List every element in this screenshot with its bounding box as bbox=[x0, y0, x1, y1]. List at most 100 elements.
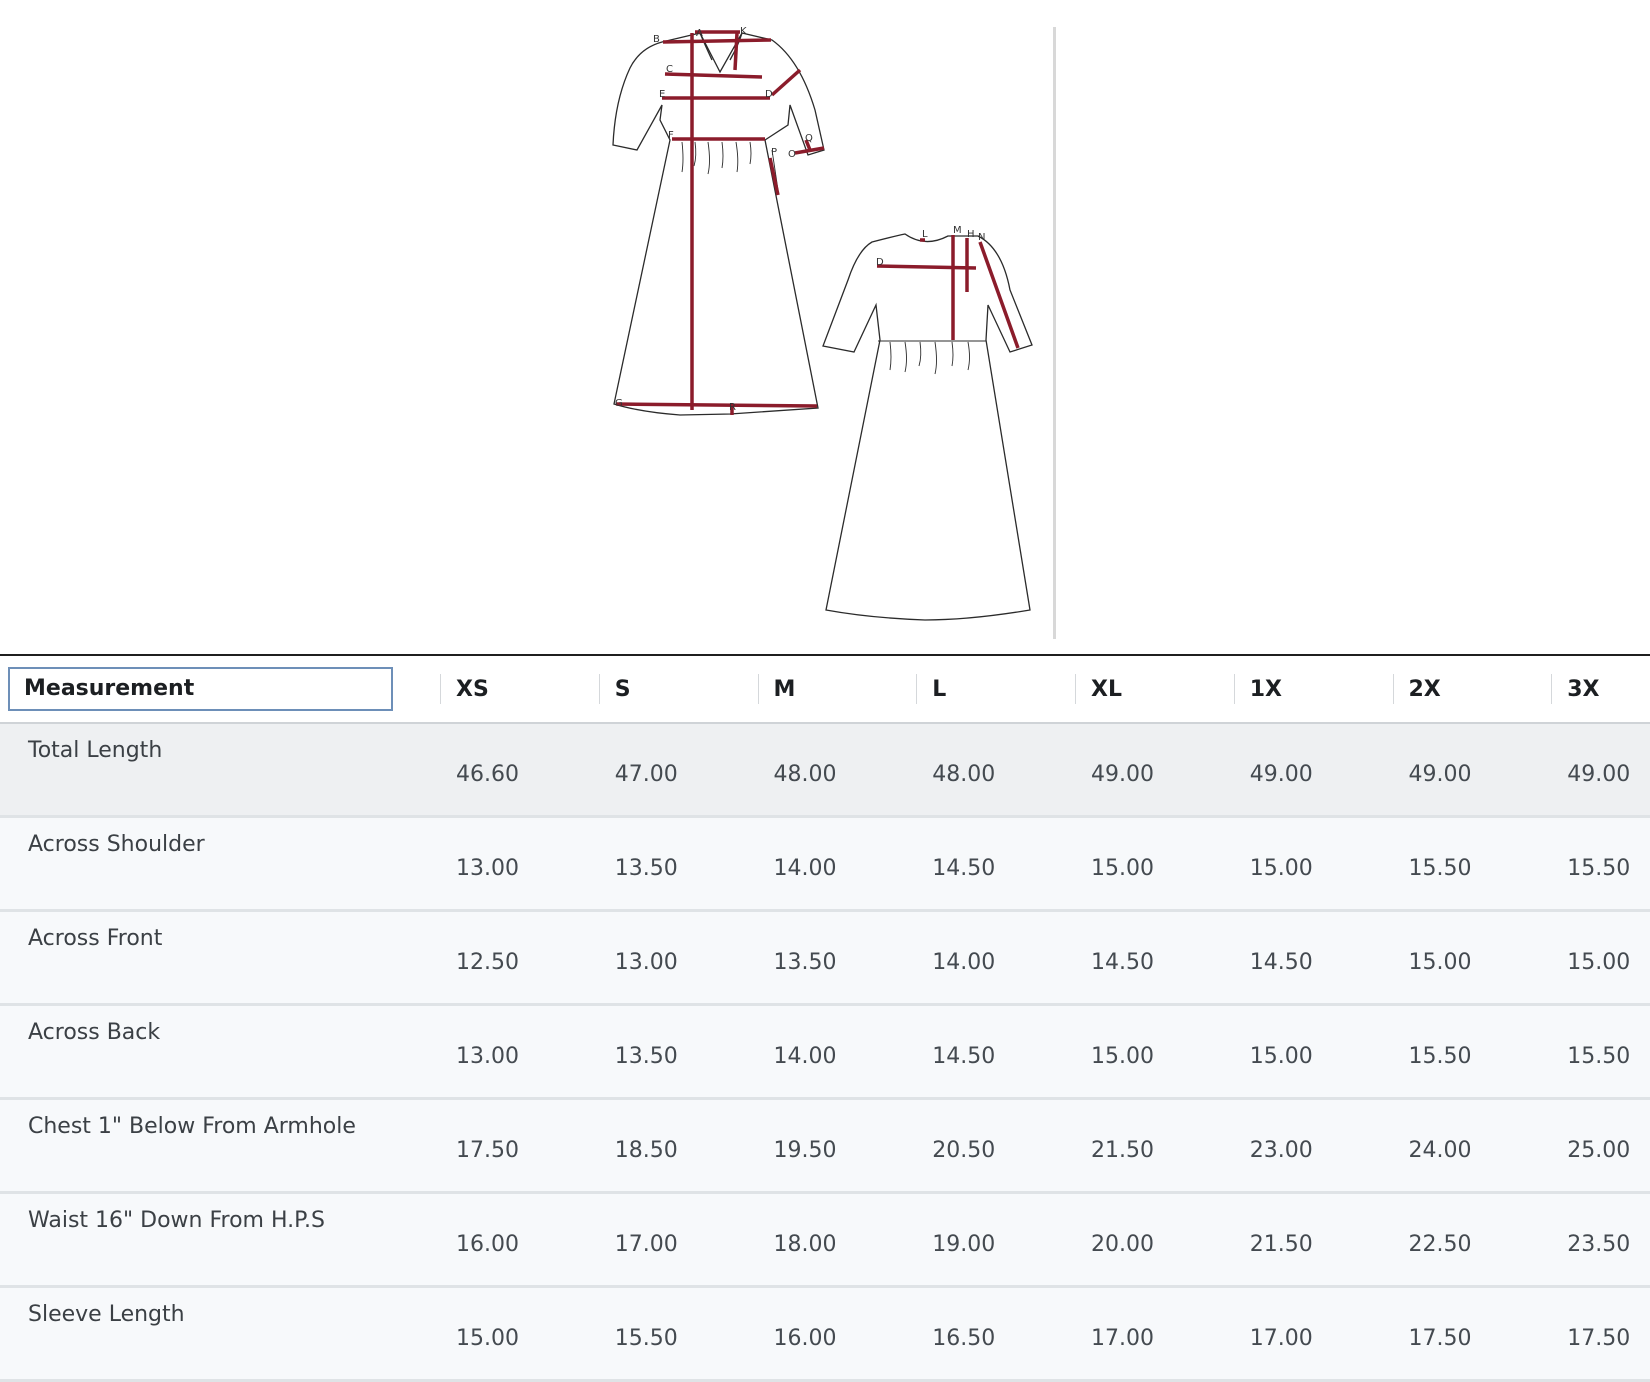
measurement-value: 20.50 bbox=[916, 1098, 1075, 1194]
svg-text:L: L bbox=[922, 229, 928, 240]
measurement-label: Across Shoulder bbox=[0, 816, 440, 912]
measurement-value: 19.50 bbox=[757, 1098, 917, 1194]
back-dress-outline bbox=[822, 233, 1033, 621]
measurement-value: 20.00 bbox=[1075, 1192, 1234, 1288]
measurement-value: 14.50 bbox=[1233, 910, 1393, 1006]
measurement-value: 18.50 bbox=[598, 1098, 758, 1194]
measurement-value: 24.00 bbox=[1392, 1098, 1552, 1194]
measurement-header-label[interactable]: Measurement bbox=[8, 667, 393, 711]
measurement-value: 15.00 bbox=[440, 1286, 599, 1382]
measurement-value: 21.50 bbox=[1233, 1192, 1393, 1288]
measurement-value: 46.60 bbox=[440, 723, 599, 818]
table-row[interactable]: Waist 16" Down From H.P.S 16.00 17.00 18.00… bbox=[0, 1192, 1650, 1288]
svg-text:H: H bbox=[967, 229, 975, 240]
measurement-value: 14.50 bbox=[916, 1004, 1075, 1100]
size-header-xl[interactable]: XL bbox=[1075, 655, 1234, 724]
size-header-xs[interactable]: XS bbox=[440, 655, 599, 724]
measurement-value: 17.50 bbox=[1551, 1286, 1650, 1382]
measurement-value: 15.50 bbox=[1551, 816, 1650, 912]
table-row[interactable]: Chest 1" Below From Armhole 17.50 18.50 19.… bbox=[0, 1098, 1650, 1194]
measurement-value: 16.50 bbox=[916, 1286, 1075, 1382]
measurement-value: 15.50 bbox=[1392, 816, 1552, 912]
svg-text:P: P bbox=[771, 147, 777, 158]
measurement-value: 47.00 bbox=[598, 723, 758, 818]
measurement-value: 15.50 bbox=[1551, 1004, 1650, 1100]
size-header-m[interactable]: M bbox=[757, 655, 917, 724]
measurement-value: 13.00 bbox=[440, 816, 599, 912]
measurement-value: 25.00 bbox=[1551, 1098, 1650, 1194]
measurement-value: 17.00 bbox=[598, 1192, 758, 1288]
measurement-label: Waist 16" Down From H.P.S bbox=[0, 1192, 440, 1288]
size-header-1x[interactable]: 1X bbox=[1233, 655, 1393, 724]
table-row[interactable]: Across Front 12.50 13.00 13.50 14.00 14.50 14.… bbox=[0, 910, 1650, 1006]
measurement-value: 15.00 bbox=[1233, 816, 1393, 912]
front-measure-lines bbox=[615, 30, 825, 415]
svg-text:G: G bbox=[615, 398, 623, 409]
measurement-label: Chest 1" Below From Armhole bbox=[0, 1098, 440, 1194]
measurement-value: 22.50 bbox=[1392, 1192, 1552, 1288]
measurement-value: 14.50 bbox=[916, 816, 1075, 912]
measurement-value: 17.00 bbox=[1233, 1286, 1393, 1382]
table-row[interactable]: Sleeve Length 15.00 15.50 16.00 16.50 17.00 17… bbox=[0, 1286, 1650, 1382]
measurement-value: 13.50 bbox=[598, 1004, 758, 1100]
svg-text:N: N bbox=[978, 232, 985, 243]
measurement-column-header[interactable]: Measurement bbox=[0, 655, 440, 724]
svg-text:D: D bbox=[765, 89, 773, 100]
measurement-value: 17.50 bbox=[1392, 1286, 1552, 1382]
measurement-value: 12.50 bbox=[440, 910, 599, 1006]
measurement-value: 15.00 bbox=[1075, 816, 1234, 912]
measurement-value: 23.50 bbox=[1551, 1192, 1650, 1288]
back-measure-lines bbox=[876, 235, 1020, 349]
measurement-value: 15.00 bbox=[1075, 1004, 1234, 1100]
table-body: Total Length 46.60 47.00 48.00 48.00 49.00 49.… bbox=[0, 723, 1650, 1382]
svg-text:D: D bbox=[876, 257, 884, 268]
measurement-label: Total Length bbox=[0, 723, 440, 818]
measurement-value: 49.00 bbox=[1551, 723, 1650, 818]
measurement-value: 21.50 bbox=[1075, 1098, 1234, 1194]
measurement-value: 13.50 bbox=[598, 816, 758, 912]
measurement-label: Across Back bbox=[0, 1004, 440, 1100]
measurement-value: 49.00 bbox=[1392, 723, 1552, 818]
measurement-value: 15.50 bbox=[598, 1286, 758, 1382]
measurement-value: 17.00 bbox=[1075, 1286, 1234, 1382]
size-chart-table: Measurement XS S M L XL 1X 2X 3X Total L… bbox=[0, 654, 1650, 1382]
measurement-label: Sleeve Length bbox=[0, 1286, 440, 1382]
measurement-value: 19.00 bbox=[916, 1192, 1075, 1288]
measurement-value: 48.00 bbox=[757, 723, 917, 818]
measurement-value: 14.50 bbox=[1075, 910, 1234, 1006]
measurement-value: 15.00 bbox=[1233, 1004, 1393, 1100]
table-row[interactable]: Across Back 13.00 13.50 14.00 14.50 15.00 15.0… bbox=[0, 1004, 1650, 1100]
measurement-value: 14.00 bbox=[757, 816, 917, 912]
size-header-3x[interactable]: 3X bbox=[1551, 655, 1650, 724]
svg-text:C: C bbox=[666, 64, 673, 75]
measurement-value: 17.50 bbox=[440, 1098, 599, 1194]
measurement-value: 15.00 bbox=[1551, 910, 1650, 1006]
measurement-value: 49.00 bbox=[1075, 723, 1234, 818]
measurement-value: 18.00 bbox=[757, 1192, 917, 1288]
svg-text:E: E bbox=[659, 89, 665, 100]
svg-text:M: M bbox=[953, 225, 962, 236]
dress-technical-sketch: A B K C D E F P O Q G R L M H N D bbox=[612, 26, 1033, 621]
svg-text:K: K bbox=[740, 26, 747, 37]
measurement-value: 13.00 bbox=[440, 1004, 599, 1100]
size-header-l[interactable]: L bbox=[916, 655, 1075, 724]
size-header-s[interactable]: S bbox=[598, 655, 758, 724]
measurement-value: 16.00 bbox=[440, 1192, 599, 1288]
sketch-divider bbox=[1053, 27, 1056, 639]
table-header-row: Measurement XS S M L XL 1X 2X 3X bbox=[0, 655, 1650, 724]
size-header-2x[interactable]: 2X bbox=[1392, 655, 1552, 724]
front-dress-outline bbox=[612, 32, 825, 416]
measurement-value: 15.50 bbox=[1392, 1004, 1552, 1100]
measurement-value: 14.00 bbox=[916, 910, 1075, 1006]
measurement-value: 16.00 bbox=[757, 1286, 917, 1382]
measurement-value: 13.00 bbox=[598, 910, 758, 1006]
svg-text:B: B bbox=[653, 34, 660, 45]
table-row[interactable]: Total Length 46.60 47.00 48.00 48.00 49.00 49.… bbox=[0, 723, 1650, 818]
measurement-value: 49.00 bbox=[1233, 723, 1393, 818]
svg-text:R: R bbox=[729, 402, 736, 413]
garment-sketch-area: A B K C D E F P O Q G R L M H N D bbox=[0, 0, 1650, 655]
back-point-labels: L M H N D bbox=[876, 225, 985, 268]
svg-text:F: F bbox=[668, 130, 674, 141]
table-row[interactable]: Across Shoulder 13.00 13.50 14.00 14.50 15.00… bbox=[0, 816, 1650, 912]
measurement-value: 23.00 bbox=[1233, 1098, 1393, 1194]
